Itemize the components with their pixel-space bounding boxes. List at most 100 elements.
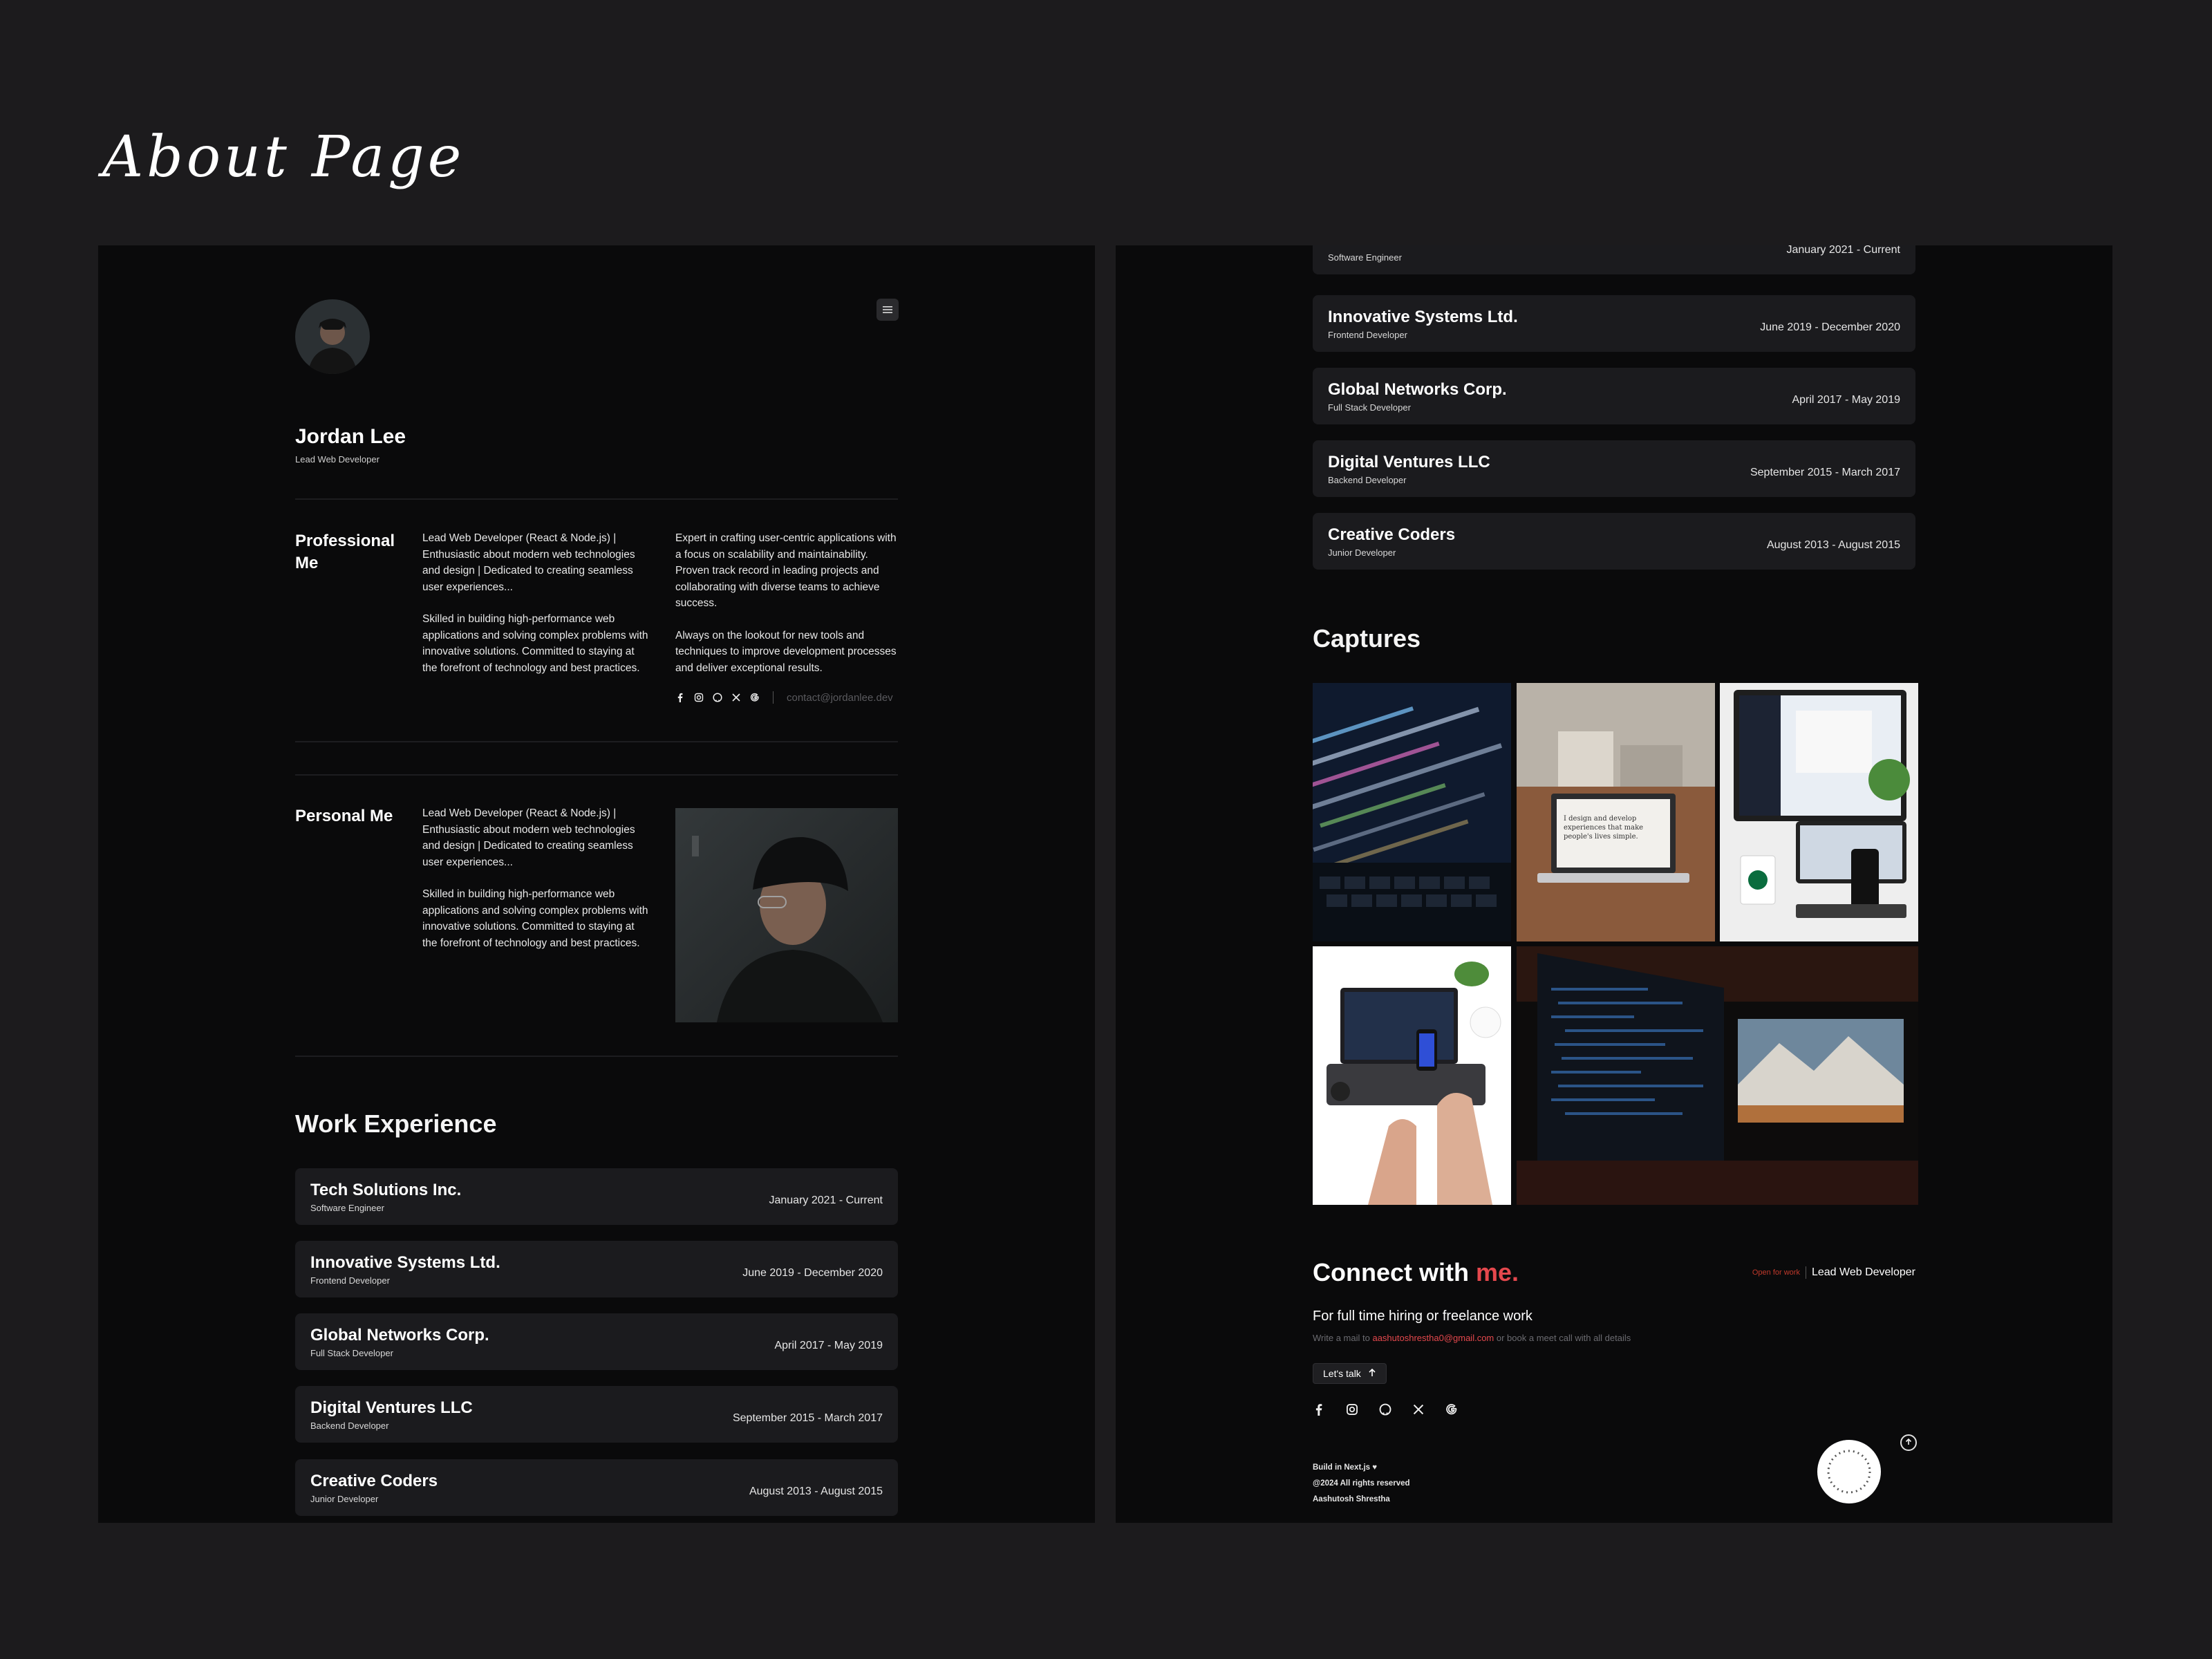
connect-title-main: Connect with: [1313, 1258, 1469, 1286]
contact-email-link[interactable]: contact@jordanlee.dev: [787, 692, 893, 704]
job-dates: September 2015 - March 2017: [1750, 467, 1900, 478]
profile-role: Lead Web Developer: [295, 454, 379, 465]
job-dates: June 2019 - December 2020: [1760, 321, 1900, 333]
instagram-icon[interactable]: [694, 693, 704, 702]
job-company: Digital Ventures LLC: [1328, 453, 1490, 471]
job-title: Frontend Developer: [1328, 330, 1407, 340]
job-title: Full Stack Developer: [1328, 402, 1411, 413]
job-company: Innovative Systems Ltd.: [310, 1253, 500, 1272]
copyright: @2024 All rights reserved: [1313, 1479, 1410, 1488]
capture-desk-monitors[interactable]: [1517, 946, 1918, 1205]
x-icon[interactable]: [731, 693, 741, 702]
google-icon[interactable]: [1445, 1403, 1458, 1416]
paragraph: Skilled in building high-performance web…: [422, 613, 648, 674]
job-card[interactable]: Global Networks Corp. Full Stack Develop…: [295, 1313, 898, 1370]
job-dates: April 2017 - May 2019: [1792, 394, 1900, 406]
paragraph: Lead Web Developer (React & Node.js) | E…: [422, 532, 635, 593]
heart-icon: ♥: [1372, 1463, 1378, 1472]
job-card[interactable]: Global Networks Corp. Full Stack Develop…: [1313, 368, 1915, 424]
github-icon[interactable]: [1379, 1403, 1391, 1416]
about-page-top-frame: Jordan Lee Lead Web Developer Profession…: [98, 245, 1095, 1523]
paragraph: Lead Web Developer (React & Node.js) | E…: [422, 807, 635, 868]
avatar: [295, 299, 370, 374]
job-card[interactable]: Digital Ventures LLC Backend Developer S…: [1313, 440, 1915, 497]
job-company: Global Networks Corp.: [1328, 380, 1507, 399]
facebook-icon[interactable]: [675, 693, 685, 702]
laptop-screen-text: I design and develop experiences that ma…: [1564, 815, 1644, 841]
job-dates: June 2019 - December 2020: [742, 1267, 883, 1279]
divider: [295, 498, 898, 500]
connect-title: Connect with me.: [1313, 1258, 1519, 1287]
google-icon[interactable]: [750, 693, 760, 702]
job-card[interactable]: Creative Coders Junior Developer August …: [1313, 513, 1915, 570]
profile-name: Jordan Lee: [295, 425, 406, 448]
job-dates: August 2013 - August 2015: [749, 1485, 883, 1497]
arrow-up-icon: [1905, 1436, 1912, 1449]
professional-column-2: Expert in crafting user-centric applicat…: [675, 530, 903, 692]
professional-label: Professional Me: [295, 532, 395, 572]
job-card[interactable]: Creative Coders Junior Developer August …: [295, 1459, 898, 1516]
arrow-up-icon: [1368, 1368, 1376, 1379]
about-page-bottom-frame: Tech Solutions Inc. Software Engineer Ja…: [1116, 245, 2112, 1523]
lets-talk-button[interactable]: Let's talk: [1313, 1363, 1387, 1384]
paragraph: Skilled in building high-performance web…: [422, 888, 648, 949]
page-heading: About Page: [102, 124, 465, 190]
open-for-work-badge: Open for work: [1752, 1268, 1800, 1277]
job-dates: September 2015 - March 2017: [732, 1412, 883, 1424]
footer-meta: Build in Next.js ♥ @2024 All rights rese…: [1313, 1460, 1410, 1508]
captures-title: Captures: [1313, 624, 1421, 653]
job-company: Digital Ventures LLC: [310, 1398, 473, 1417]
job-company: Tech Solutions Inc.: [1328, 245, 1479, 250]
job-company: Creative Coders: [310, 1472, 438, 1490]
facebook-icon[interactable]: [1313, 1403, 1325, 1416]
job-card[interactable]: Digital Ventures LLC Backend Developer S…: [295, 1386, 898, 1443]
rotating-badge[interactable]: [1817, 1440, 1881, 1503]
job-company: Innovative Systems Ltd.: [1328, 308, 1518, 326]
scroll-top-button[interactable]: [1900, 1434, 1917, 1451]
lets-talk-label: Let's talk: [1323, 1368, 1361, 1379]
divider: [295, 1056, 898, 1057]
mail-link[interactable]: aashutoshrestha0@gmail.com: [1372, 1333, 1494, 1343]
job-dates: August 2013 - August 2015: [1766, 539, 1900, 551]
job-card[interactable]: Innovative Systems Ltd. Frontend Develop…: [295, 1241, 898, 1297]
instagram-icon[interactable]: [1346, 1403, 1358, 1416]
social-links: contact@jordanlee.dev: [675, 691, 893, 704]
job-dates: January 2021 - Current: [1786, 245, 1900, 256]
status-role: Lead Web Developer: [1811, 1266, 1915, 1278]
mail-line: Write a mail to aashutoshrestha0@gmail.c…: [1313, 1333, 1631, 1343]
divider: [295, 741, 898, 742]
job-title: Frontend Developer: [310, 1275, 390, 1286]
github-icon[interactable]: [713, 693, 722, 702]
x-icon[interactable]: [1412, 1403, 1425, 1416]
paragraph: Always on the lookout for new tools and …: [675, 629, 897, 674]
job-company: Creative Coders: [1328, 525, 1456, 544]
capture-workspace-cup[interactable]: [1720, 683, 1918, 941]
job-card[interactable]: Tech Solutions Inc. Software Engineer Ja…: [1313, 245, 1915, 274]
job-dates: January 2021 - Current: [769, 1194, 883, 1206]
personal-photo: [675, 808, 898, 1022]
job-title: Full Stack Developer: [310, 1348, 393, 1358]
job-dates: April 2017 - May 2019: [774, 1340, 883, 1351]
personal-label: Personal Me: [295, 807, 393, 825]
built-with: Build in Next.js ♥: [1313, 1460, 1410, 1476]
job-title: Junior Developer: [1328, 547, 1396, 558]
capture-code-screen[interactable]: [1313, 683, 1511, 941]
paragraph: Expert in crafting user-centric applicat…: [675, 532, 897, 609]
built-with-label: Build in Next.js: [1313, 1463, 1371, 1472]
menu-icon: [883, 302, 892, 318]
author: Aashutosh Shrestha: [1313, 1495, 1390, 1503]
job-card[interactable]: Innovative Systems Ltd. Frontend Develop…: [1313, 295, 1915, 352]
hire-line: For full time hiring or freelance work: [1313, 1309, 1533, 1324]
mail-suffix: or book a meet call with all details: [1496, 1333, 1631, 1343]
job-card[interactable]: Tech Solutions Inc. Software Engineer Ja…: [295, 1168, 898, 1225]
capture-laptop-table[interactable]: I design and develop experiences that ma…: [1517, 683, 1715, 941]
footer-social-links: [1313, 1403, 1458, 1416]
separator: [773, 691, 774, 704]
job-title: Software Engineer: [1328, 252, 1402, 263]
menu-button[interactable]: [877, 299, 899, 321]
divider: [295, 774, 898, 776]
work-experience-title: Work Experience: [295, 1109, 497, 1138]
job-title: Junior Developer: [310, 1494, 379, 1504]
capture-hands-laptop[interactable]: [1313, 946, 1511, 1205]
job-title: Backend Developer: [310, 1421, 389, 1431]
